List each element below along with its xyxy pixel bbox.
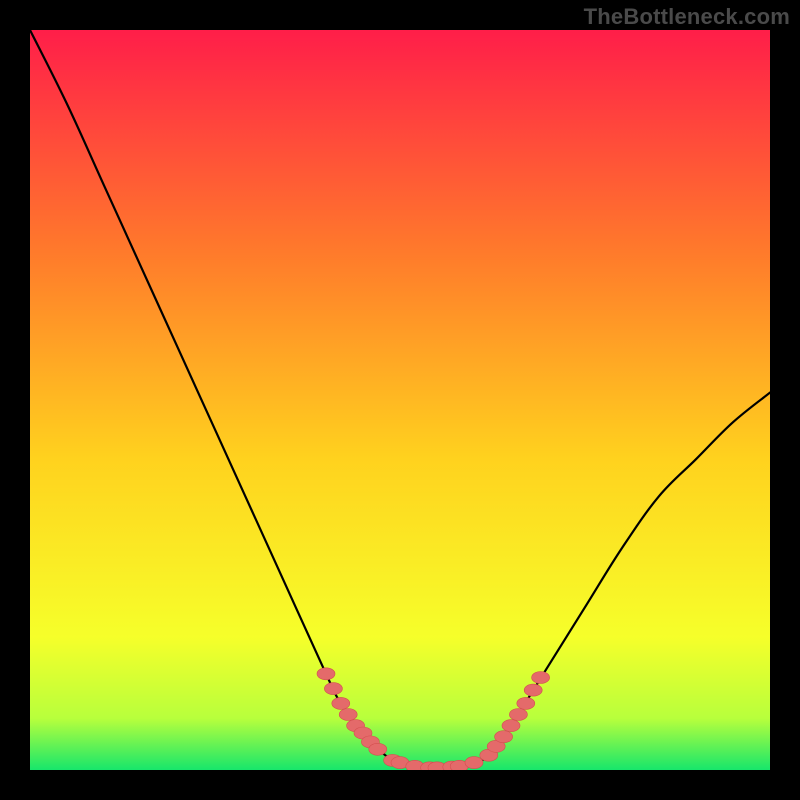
curve-marker <box>324 683 342 695</box>
curve-marker <box>532 672 550 684</box>
chart-svg <box>30 30 770 770</box>
attribution-text: TheBottleneck.com <box>584 4 790 30</box>
curve-marker <box>339 709 357 721</box>
bottleneck-chart <box>30 30 770 770</box>
curve-marker <box>509 709 527 721</box>
curve-marker <box>502 720 520 732</box>
curve-marker <box>317 668 335 680</box>
curve-marker <box>465 757 483 769</box>
curve-marker <box>495 731 513 743</box>
curve-marker <box>332 697 350 709</box>
curve-marker <box>524 684 542 696</box>
curve-marker <box>517 697 535 709</box>
curve-marker <box>369 743 387 755</box>
chart-background-gradient <box>30 30 770 770</box>
